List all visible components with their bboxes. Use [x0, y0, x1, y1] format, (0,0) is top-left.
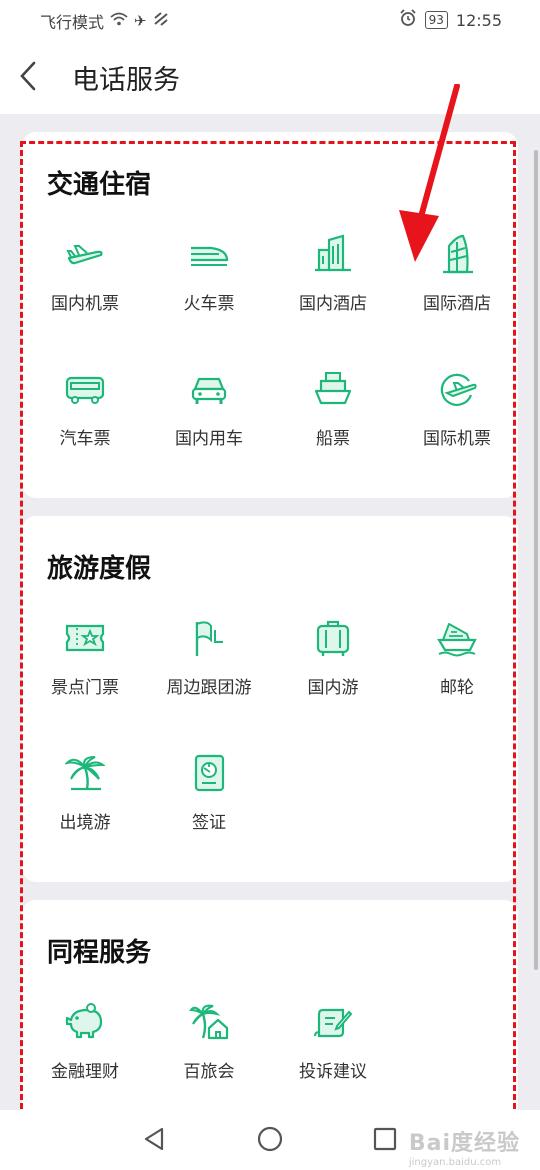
service-item-finance[interactable]: 金融理财 [22, 1002, 148, 1112]
car-icon [191, 377, 227, 404]
triangle-back-icon [144, 1127, 164, 1151]
nav-back-button[interactable] [140, 1124, 170, 1154]
service-label: 汽车票 [59, 429, 111, 449]
back-button[interactable] [14, 56, 44, 96]
section-title: 同程服务 [47, 938, 152, 968]
alarm-icon [399, 9, 417, 31]
service-item-bus[interactable]: 汽车票 [22, 369, 148, 479]
service-item-domestic-flight[interactable]: 国内机票 [22, 234, 148, 344]
feedback-icon [314, 1008, 353, 1038]
bus-icon [65, 376, 105, 404]
service-label: 百旅会 [183, 1062, 235, 1082]
service-item-train[interactable]: 火车票 [146, 234, 272, 344]
airplane-mode-label: 飞行模式 [40, 13, 105, 32]
service-label: 出境游 [59, 813, 111, 833]
passport-icon [194, 754, 225, 792]
nav-recents-button[interactable] [370, 1124, 400, 1154]
service-item-attraction-ticket[interactable]: 景点门票 [22, 618, 148, 728]
service-label: 投诉建议 [299, 1062, 367, 1082]
service-item-car-rental[interactable]: 国内用车 [146, 369, 272, 479]
page-title: 电话服务 [72, 65, 180, 96]
palm-icon [65, 756, 105, 791]
nav-home-button[interactable] [255, 1124, 285, 1154]
scrollbar[interactable] [534, 150, 538, 970]
service-item-travel-club[interactable]: 百旅会 [146, 1002, 272, 1112]
service-label: 邮轮 [440, 678, 474, 698]
service-label: 景点门票 [51, 678, 119, 698]
piggy-bank-icon [65, 1003, 103, 1039]
section-card-vacation: 旅游度假 景点门票 周边跟团游 国内游 邮轮 出境游 签证 [22, 516, 518, 882]
cruise-icon [437, 623, 477, 657]
service-item-domestic-hotel[interactable]: 国内酒店 [270, 234, 396, 344]
circle-home-icon [257, 1126, 283, 1152]
palm-house-icon [189, 1004, 229, 1040]
no-signal-icon [153, 12, 169, 30]
ticket-icon [65, 624, 105, 652]
service-item-group-tour[interactable]: 周边跟团游 [146, 618, 272, 728]
service-item-outbound-tour[interactable]: 出境游 [22, 753, 148, 863]
annotation-arrow-icon [399, 84, 460, 262]
service-label: 国内用车 [175, 429, 243, 449]
service-label: 国内游 [307, 678, 359, 698]
chevron-left-icon [20, 61, 36, 91]
service-label: 签证 [192, 813, 226, 833]
flag-icon [195, 621, 223, 656]
service-label: 火车票 [183, 294, 235, 314]
watermark-url: jingyan.baidu.com [408, 1157, 502, 1168]
service-item-feedback[interactable]: 投诉建议 [270, 1002, 396, 1112]
battery-indicator: 93 [424, 11, 448, 29]
luggage-icon [316, 620, 350, 656]
service-label: 国际酒店 [423, 294, 491, 314]
section-title: 交通住宿 [47, 170, 152, 200]
service-item-domestic-tour[interactable]: 国内游 [270, 618, 396, 728]
service-label: 国内机票 [51, 294, 119, 314]
section-title: 旅游度假 [47, 554, 152, 584]
wifi-icon [110, 12, 128, 30]
plane-icon [66, 245, 103, 265]
service-label: 国内酒店 [299, 294, 367, 314]
status-bar: 飞行模式 ✈ 93 12:55 [0, 0, 540, 40]
service-item-intl-flight[interactable]: 国际机票 [394, 369, 520, 479]
ship-icon [314, 372, 352, 405]
service-item-cruise[interactable]: 邮轮 [394, 618, 520, 728]
airplane-icon: ✈ [134, 12, 147, 30]
watermark-brand: Bai度经验 [408, 1131, 520, 1156]
section-card-tongcheng-services: 同程服务 金融理财 百旅会 投诉建议 [22, 900, 518, 1120]
service-item-ship-ticket[interactable]: 船票 [270, 369, 396, 479]
baidu-watermark: Bai度经验 jingyan.baidu.com [409, 1125, 520, 1168]
service-label: 国际机票 [423, 429, 491, 449]
square-recents-icon [373, 1127, 397, 1151]
service-label: 金融理财 [51, 1062, 119, 1082]
service-label: 周边跟团游 [166, 678, 252, 698]
service-item-visa[interactable]: 签证 [146, 753, 272, 863]
system-nav-bar: Bai度经验 jingyan.baidu.com [0, 1110, 540, 1170]
hotel-building-icon [315, 234, 351, 272]
train-icon [191, 246, 229, 266]
clock: 12:55 [455, 10, 502, 30]
service-label: 船票 [316, 429, 350, 449]
globe-plane-icon [440, 373, 477, 406]
